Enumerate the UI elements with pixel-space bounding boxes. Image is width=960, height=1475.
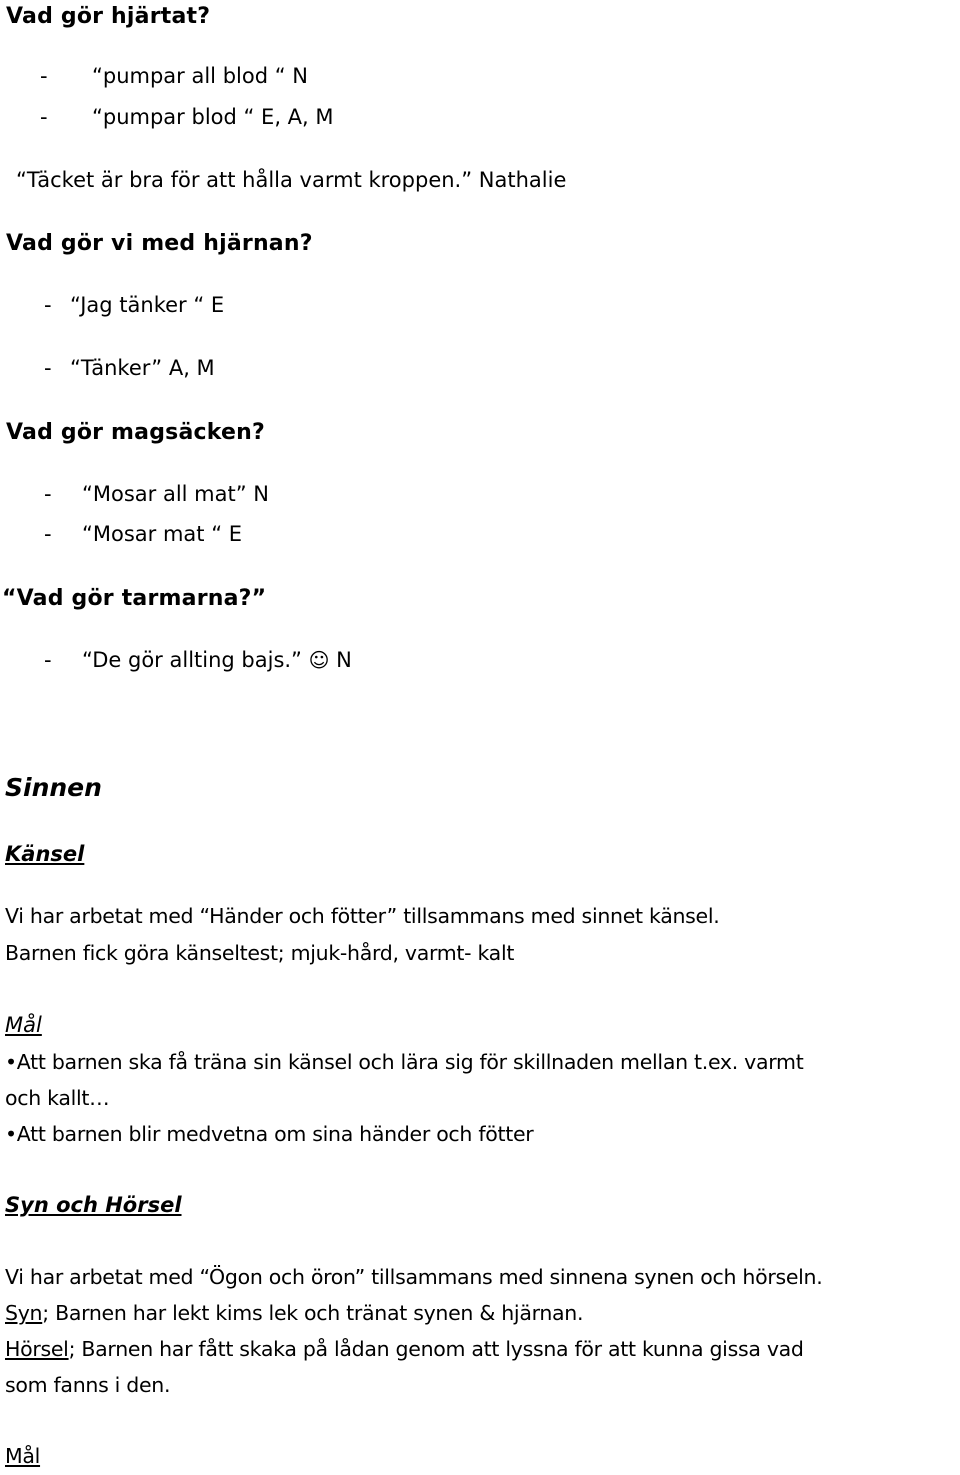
heading-goal: Mål: [5, 1444, 41, 1468]
answer-item: - “Jag tänker “ E: [44, 293, 224, 317]
heading-touch: Känsel: [5, 842, 85, 866]
goal-item: •Att barnen blir medvetna om sina händer…: [5, 1122, 534, 1146]
sight-text: ; Barnen har lekt kims lek och tränat sy…: [42, 1301, 584, 1325]
answer-text: “De gör allting bajs.”: [82, 648, 302, 672]
paragraph: Vi har arbetat med “Händer och fötter” t…: [5, 904, 720, 928]
heading-sight-hearing: Syn och Hörsel: [5, 1193, 182, 1217]
sight-label: Syn: [5, 1301, 43, 1325]
dash: -: [44, 648, 52, 672]
goal-item: •Att barnen ska få träna sin känsel och …: [5, 1050, 804, 1074]
hearing-text: ; Barnen har fått skaka på lådan genom a…: [68, 1337, 804, 1361]
smiley-icon: ☺: [308, 648, 330, 672]
dash: -: [44, 522, 52, 546]
goal-item-cont: och kallt…: [5, 1086, 110, 1110]
question-intestines: “Vad gör tarmarna?”: [2, 586, 267, 611]
answer-item: - “Mosar all mat” N: [44, 482, 269, 506]
hearing-label: Hörsel: [5, 1337, 69, 1361]
paragraph-hearing: Hörsel; Barnen har fått skaka på lådan g…: [5, 1337, 804, 1361]
heading-goal: Mål: [5, 1013, 42, 1037]
dash: -: [44, 356, 52, 380]
answer-text: “Mosar all mat” N: [82, 482, 270, 506]
paragraph: Barnen fick göra känseltest; mjuk-hård, …: [5, 941, 515, 965]
dash: -: [40, 105, 48, 129]
answer-text: “Tänker” A, M: [70, 356, 215, 380]
dash: -: [44, 293, 52, 317]
paragraph-hearing-cont: som fanns i den.: [5, 1373, 171, 1397]
answer-item: - “Mosar mat “ E: [44, 522, 242, 546]
answer-text: “Mosar mat “ E: [82, 522, 243, 546]
dash: -: [40, 64, 48, 88]
paragraph: Vi har arbetat med “Ögon och öron” tills…: [5, 1265, 823, 1289]
answer-item: - “pumpar blod “ E, A, M: [40, 105, 334, 129]
quote-nathalie: “Täcket är bra för att hålla varmt kropp…: [16, 168, 567, 192]
answer-item: - “De gör allting bajs.” ☺ N: [44, 648, 352, 672]
answer-item: - “Tänker” A, M: [44, 356, 215, 380]
dash: -: [44, 482, 52, 506]
answer-suffix: N: [336, 648, 352, 672]
answer-text: “pumpar all blod “ N: [92, 64, 308, 88]
answer-item: - “pumpar all blod “ N: [40, 64, 308, 88]
question-stomach: Vad gör magsäcken?: [6, 420, 265, 445]
paragraph-sight: Syn; Barnen har lekt kims lek och tränat…: [5, 1301, 584, 1325]
answer-text: “pumpar blod “ E, A, M: [92, 105, 334, 129]
answer-text: “Jag tänker “ E: [70, 293, 225, 317]
question-heart: Vad gör hjärtat?: [6, 4, 211, 29]
section-title-senses: Sinnen: [5, 773, 102, 802]
question-brain: Vad gör vi med hjärnan?: [6, 231, 313, 256]
